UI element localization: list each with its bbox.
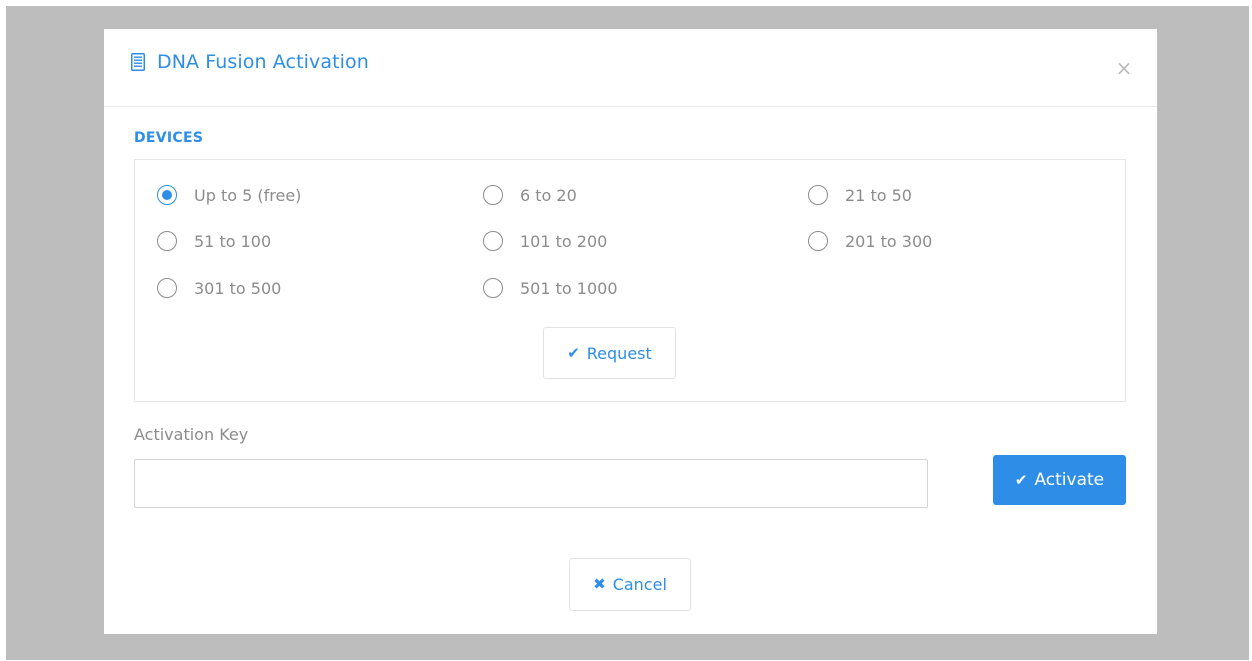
close-icon[interactable]: ×: [1113, 57, 1135, 79]
device-option-label: 6 to 20: [520, 185, 577, 205]
radio-checked-icon[interactable]: [157, 185, 177, 205]
device-option-101-to-200[interactable]: 101 to 200: [483, 229, 607, 253]
device-option-label: Up to 5 (free): [194, 185, 302, 205]
activate-button-label: Activate: [1034, 470, 1105, 490]
device-option-label: 51 to 100: [194, 231, 272, 251]
device-option-label: 21 to 50: [845, 185, 912, 205]
radio-unchecked-icon[interactable]: [483, 185, 503, 205]
dialog-title: DNA Fusion Activation: [157, 51, 369, 73]
devices-panel: Up to 5 (free) 6 to 20 21 to 50 51 to 10…: [134, 159, 1126, 402]
device-option-label: 201 to 300: [845, 231, 933, 251]
device-option-label: 301 to 500: [194, 278, 282, 298]
x-icon: ✖: [593, 575, 606, 593]
cancel-button-label: Cancel: [612, 575, 667, 594]
device-option-up-to-5[interactable]: Up to 5 (free): [157, 183, 301, 207]
activation-dialog: DNA Fusion Activation × DEVICES Up to 5 …: [104, 29, 1157, 634]
radio-unchecked-icon[interactable]: [483, 278, 503, 298]
radio-unchecked-icon[interactable]: [157, 278, 177, 298]
cancel-button[interactable]: ✖ Cancel: [569, 558, 691, 611]
device-option-21-to-50[interactable]: 21 to 50: [808, 183, 912, 207]
devices-section-label: DEVICES: [134, 130, 204, 146]
activation-key-label: Activation Key: [134, 425, 249, 444]
device-option-label: 101 to 200: [520, 231, 608, 251]
activate-button[interactable]: ✔ Activate: [993, 455, 1126, 505]
radio-unchecked-icon[interactable]: [483, 231, 503, 251]
device-option-6-to-20[interactable]: 6 to 20: [483, 183, 577, 207]
request-button-label: Request: [586, 343, 652, 363]
check-icon: ✔: [567, 343, 580, 362]
check-icon: ✔: [1014, 470, 1028, 489]
document-icon: [131, 53, 145, 71]
request-button[interactable]: ✔ Request: [543, 327, 676, 379]
radio-unchecked-icon[interactable]: [808, 231, 828, 251]
device-option-301-to-500[interactable]: 301 to 500: [157, 276, 281, 300]
device-option-201-to-300[interactable]: 201 to 300: [808, 229, 932, 253]
radio-unchecked-icon[interactable]: [157, 231, 177, 251]
device-option-label: 501 to 1000: [520, 278, 618, 298]
device-option-51-to-100[interactable]: 51 to 100: [157, 229, 271, 253]
device-option-501-to-1000[interactable]: 501 to 1000: [483, 276, 618, 300]
radio-unchecked-icon[interactable]: [808, 185, 828, 205]
dialog-header: DNA Fusion Activation ×: [104, 29, 1157, 107]
activation-key-input[interactable]: [134, 459, 928, 508]
